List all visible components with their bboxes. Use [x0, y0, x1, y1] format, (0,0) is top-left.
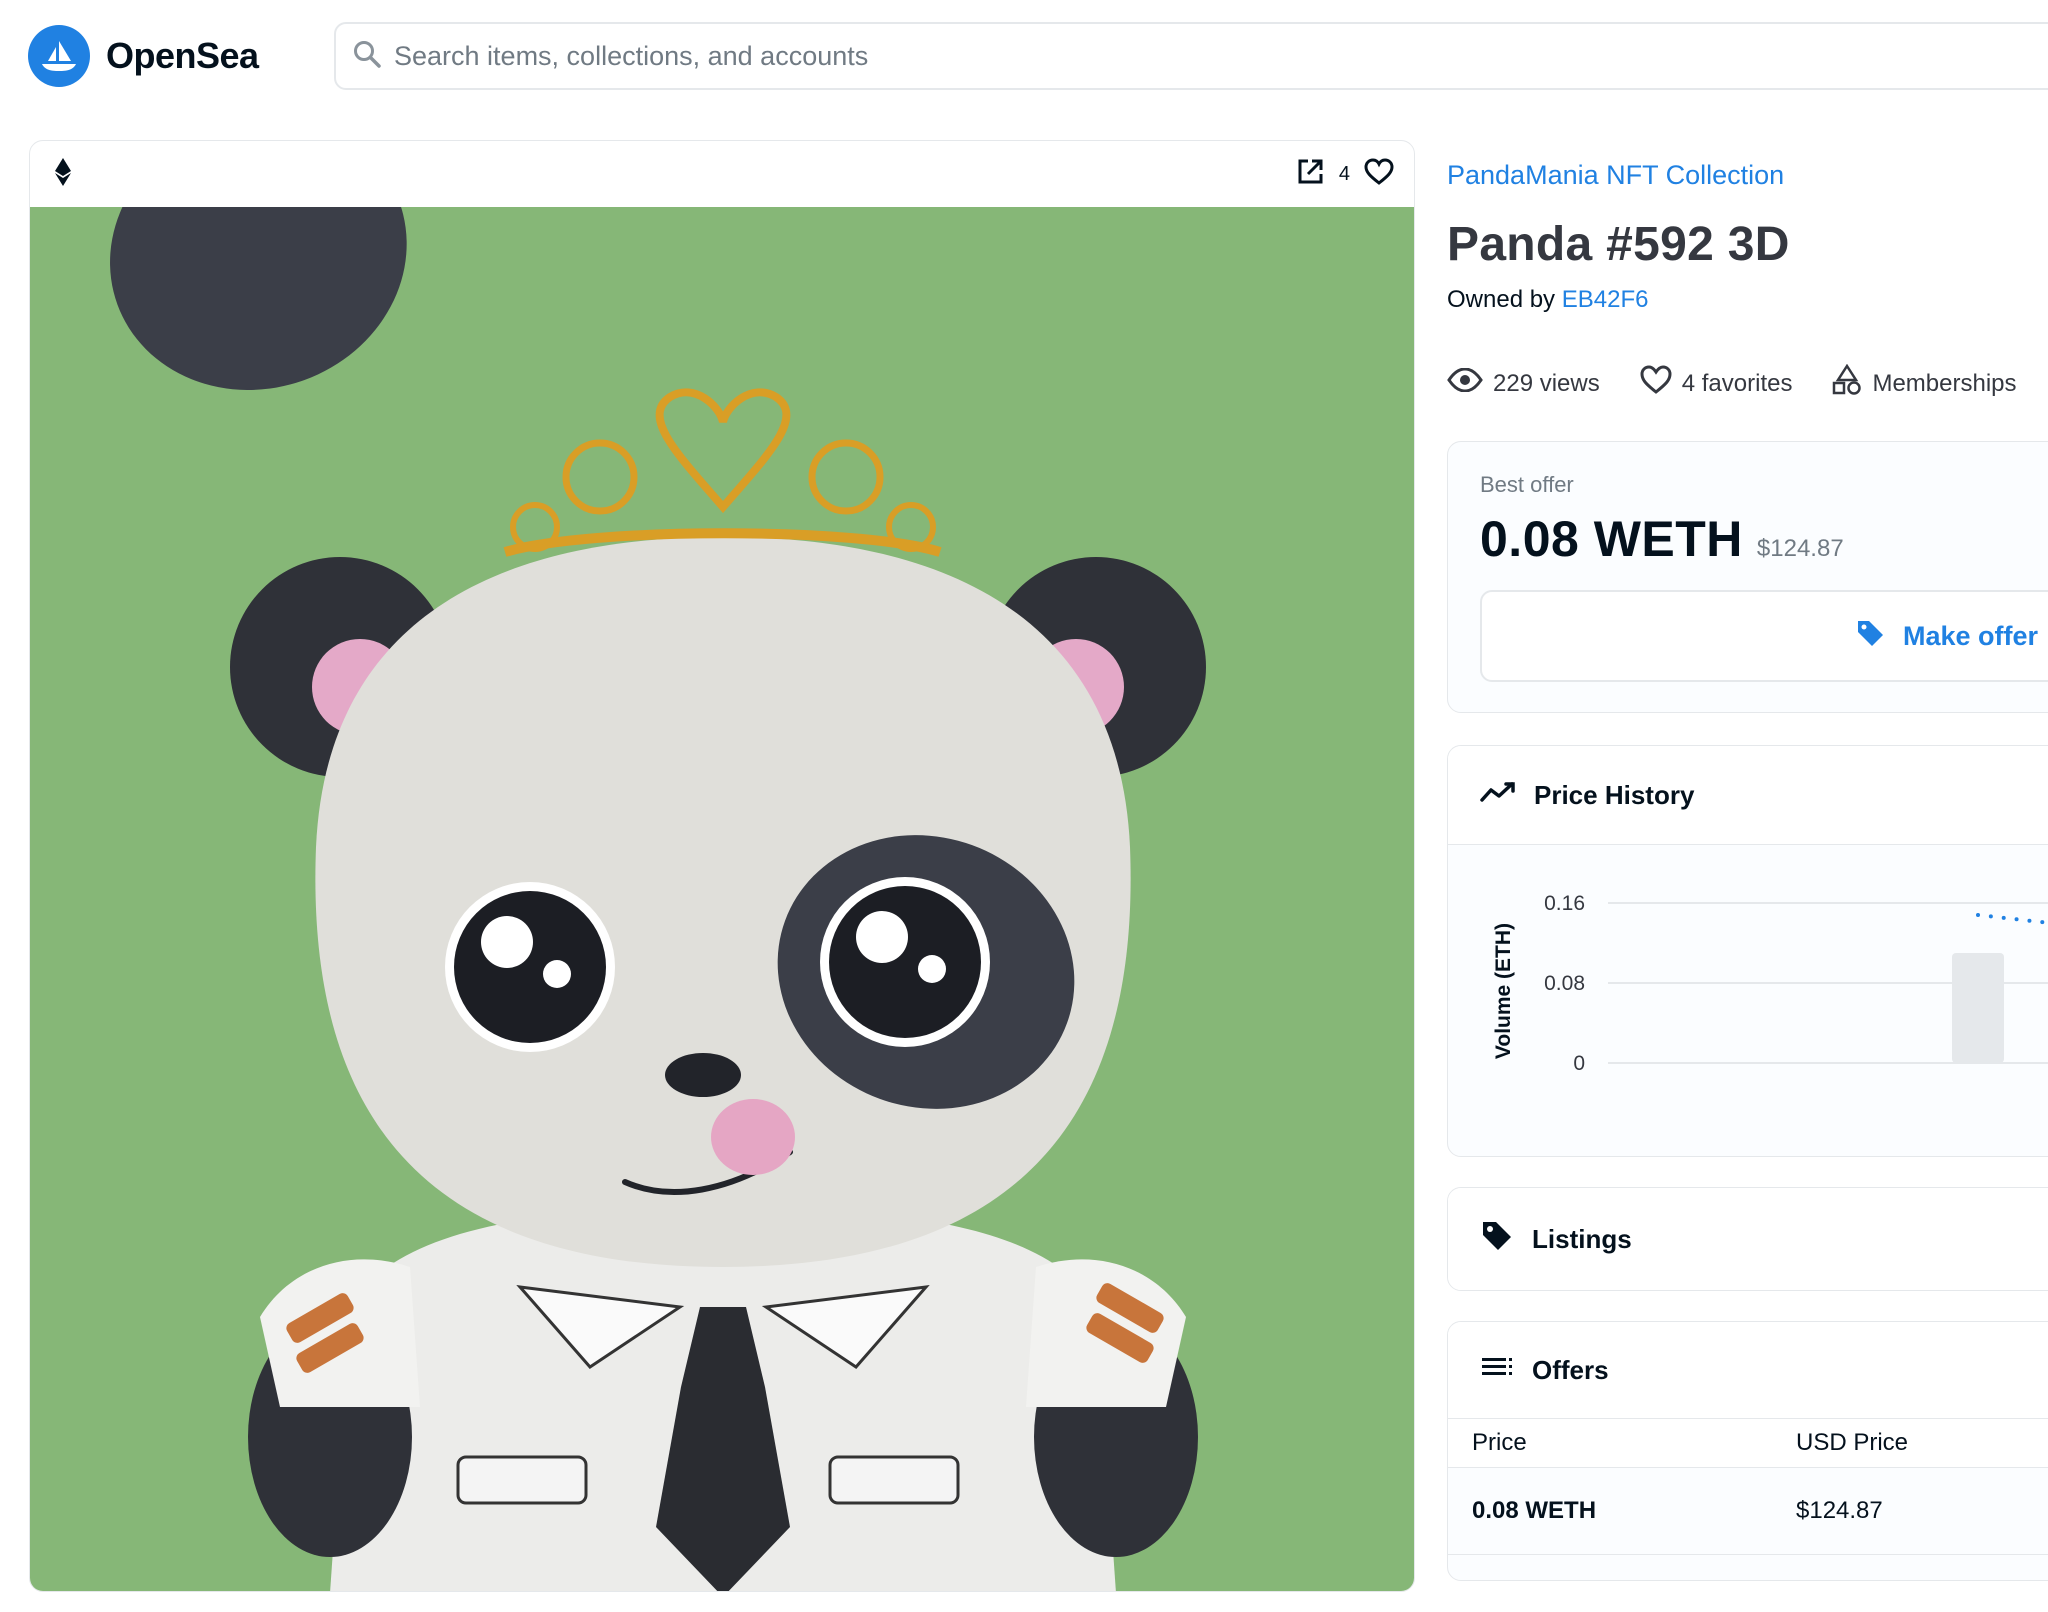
- best-offer-price-row: 0.08 WETH $124.87: [1480, 510, 2048, 568]
- chart-price-point: [2014, 917, 2019, 922]
- media-toolbar: 4: [30, 141, 1414, 208]
- make-offer-button[interactable]: Make offer: [1480, 590, 2048, 682]
- trend-icon: [1480, 780, 1516, 811]
- chart-price-point: [2027, 918, 2032, 923]
- tag-filled-icon: [1480, 1219, 1514, 1260]
- eye-icon: [1447, 367, 1483, 399]
- brand-name: OpenSea: [106, 35, 259, 76]
- chart-price-point: [1976, 913, 1980, 917]
- make-offer-label: Make offer: [1902, 620, 2038, 651]
- chart-price-point: [2040, 920, 2045, 925]
- chart-y-tick-label: 0: [1573, 1052, 1585, 1075]
- opensea-logo[interactable]: OpenSea: [28, 24, 259, 88]
- price-history-header[interactable]: Price History: [1448, 746, 2048, 845]
- listings-title: Listings: [1532, 1223, 1632, 1254]
- owned-by-label: Owned by: [1447, 286, 1556, 313]
- best-offer-price: 0.08 WETH: [1480, 511, 1743, 567]
- search-bar[interactable]: [334, 22, 2048, 90]
- listings-header[interactable]: Listings: [1448, 1188, 2048, 1290]
- listings-panel[interactable]: Listings: [1447, 1187, 2048, 1291]
- collection-link[interactable]: PandaMania NFT Collection: [1447, 160, 2048, 191]
- price-history-panel: Price History Volume (ETH) 0.16 0.08 0: [1447, 745, 2048, 1157]
- chart-y-tick-label: 0.16: [1544, 892, 1585, 915]
- search-input[interactable]: [392, 39, 1796, 73]
- ethereum-icon: [54, 157, 72, 191]
- favorites-text: 4 favorites: [1681, 369, 1793, 397]
- offer-price-cell: 0.08 WETH: [1448, 1467, 1795, 1555]
- offers-panel: Offers Price USD Price 0.08 WETH $124.87: [1447, 1321, 2048, 1581]
- search-icon: [352, 39, 382, 74]
- media-card: 4: [29, 140, 1415, 1592]
- heart-icon[interactable]: [1364, 157, 1394, 191]
- item-title: Panda #592 3D: [1447, 218, 1790, 271]
- favorites-count: 4: [1338, 162, 1350, 185]
- offers-title: Offers: [1532, 1354, 1609, 1385]
- owner-link[interactable]: EB42F6: [1562, 286, 1649, 313]
- offers-table: Price USD Price 0.08 WETH $124.87: [1448, 1419, 2048, 1555]
- nft-image[interactable]: [30, 141, 1414, 1591]
- best-offer-label: Best offer: [1480, 472, 1574, 497]
- list-icon: [1480, 1355, 1514, 1386]
- offers-header[interactable]: Offers: [1448, 1322, 2048, 1419]
- best-offer-panel: Best offer 0.08 WETH $124.87 Make offer: [1447, 441, 2048, 713]
- best-offer-usd: $124.87: [1756, 535, 1844, 562]
- price-history-chart: Volume (ETH) 0.16 0.08 0: [1492, 892, 2048, 1075]
- chart-volume-bar[interactable]: [1952, 953, 2004, 1063]
- price-history-title: Price History: [1534, 779, 1695, 810]
- table-row[interactable]: 0.08 WETH $124.87: [1448, 1467, 2048, 1555]
- memberships-stat[interactable]: Memberships: [1832, 363, 2017, 403]
- memberships-label: Memberships: [1872, 369, 2017, 397]
- views-count: 229 views: [1493, 369, 1600, 397]
- open-external-icon[interactable]: [1295, 157, 1325, 192]
- chart-y-axis-label: Volume (ETH): [1492, 923, 1515, 1059]
- heart-outline-icon: [1640, 365, 1672, 402]
- boat-icon: [28, 25, 90, 87]
- shapes-icon: [1832, 363, 1862, 403]
- tag-icon: [1855, 618, 1885, 655]
- chart-y-tick-label: 0.08: [1544, 972, 1585, 995]
- offers-table-header: Price USD Price: [1448, 1419, 2048, 1468]
- column-header-usd-price: USD Price: [1795, 1419, 2048, 1468]
- chart-price-point: [1988, 914, 1993, 919]
- favorites-stat: 4 favorites: [1640, 365, 1793, 402]
- owner-line: Owned by EB42F6: [1447, 286, 2048, 314]
- views-stat: 229 views: [1447, 367, 1600, 399]
- chart-price-point: [2001, 915, 2006, 920]
- item-stats: 229 views 4 favorites Memberships: [1447, 363, 2048, 403]
- offer-usd-cell: $124.87: [1795, 1467, 2048, 1555]
- column-header-price: Price: [1448, 1419, 1795, 1468]
- item-details: PandaMania NFT Collection Panda #592 3D …: [1447, 140, 2048, 1581]
